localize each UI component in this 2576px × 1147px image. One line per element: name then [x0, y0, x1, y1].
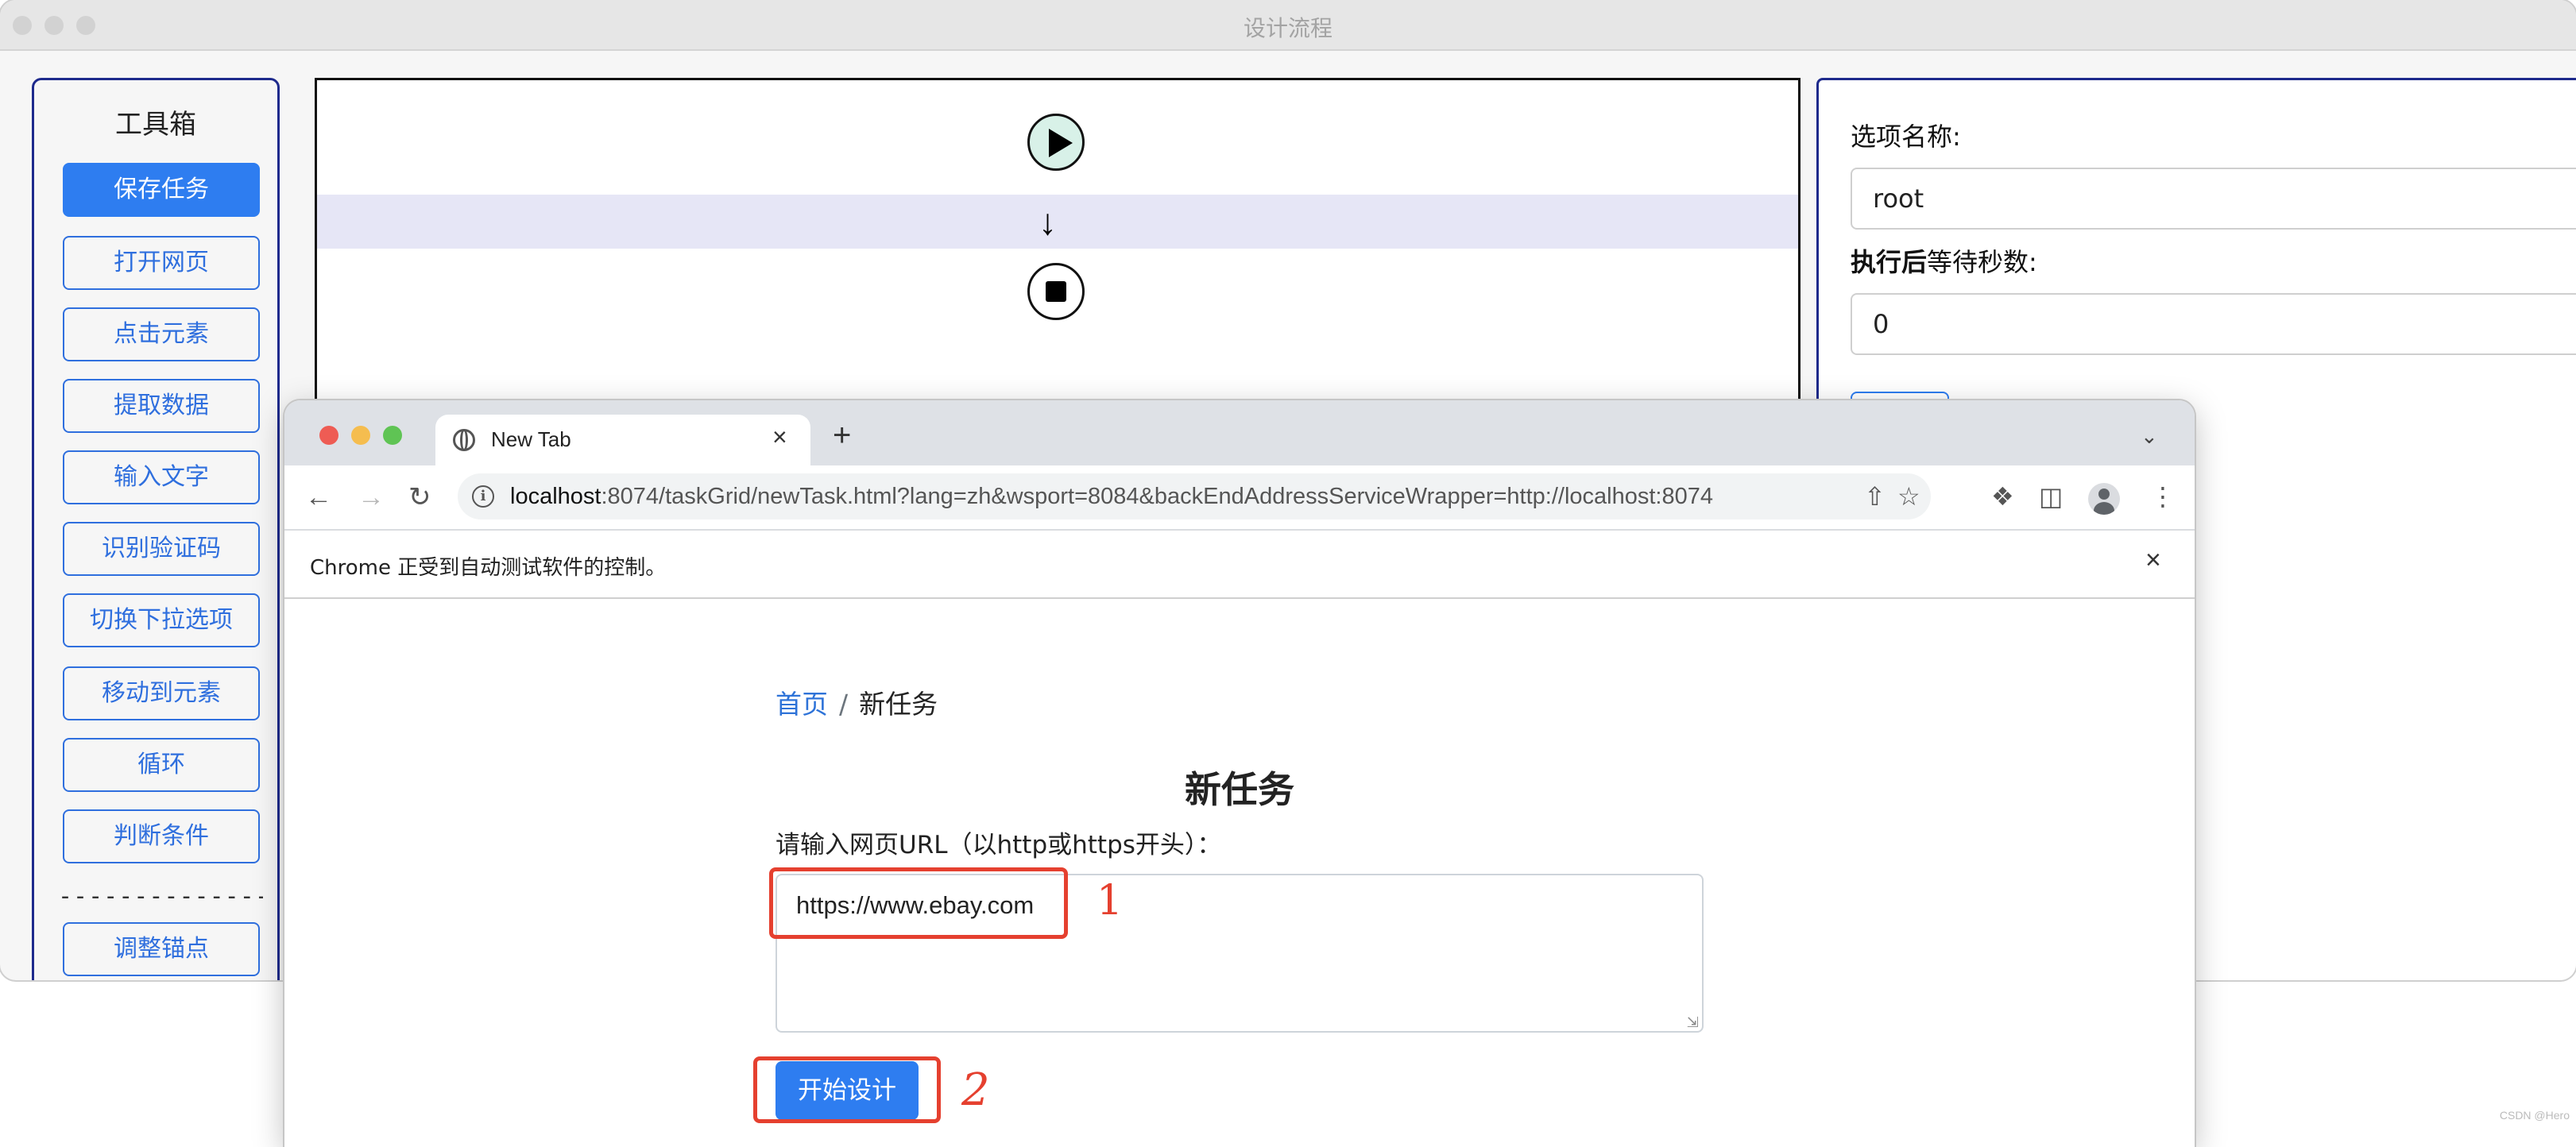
breadcrumb-current: 新任务 [859, 689, 938, 720]
back-arrow-icon[interactable]: ← [305, 480, 332, 515]
toolbox-title: 工具箱 [115, 109, 196, 141]
option-name-input[interactable]: root [1851, 168, 2576, 230]
flow-end-icon[interactable] [1027, 263, 1085, 320]
breadcrumb: 首页 / 新任务 [776, 683, 938, 721]
new-tab-button[interactable]: + [833, 418, 851, 453]
wait-seconds-label-bold: 执行后 [1851, 247, 1928, 277]
bookmark-star-icon[interactable]: ☆ [1897, 481, 1920, 512]
site-info-icon[interactable]: i [472, 485, 494, 508]
url-path: :8074/taskGrid/newTask.html?lang=zh&wspo… [601, 484, 1713, 509]
annotation-box-1 [769, 867, 1068, 939]
resize-grip-icon[interactable]: ⇲ [1687, 1015, 1699, 1029]
annotation-box-2 [753, 1056, 941, 1123]
wait-seconds-input[interactable]: 0 [1851, 293, 2576, 355]
extract-data-button[interactable]: 提取数据 [63, 379, 260, 433]
forward-arrow-icon[interactable]: → [358, 480, 385, 515]
annotation-number-2: 2 [961, 1064, 990, 1116]
chrome-browser-window: New Tab × + ⌄ ← → ↻ i localhost:8074/tas… [284, 400, 2195, 1147]
share-icon[interactable]: ⇧ [1864, 481, 1886, 512]
toolbox-panel: 工具箱 保存任务 打开网页 点击元素 提取数据 输入文字 识别验证码 切换下拉选… [32, 78, 280, 980]
tab-new-task[interactable]: New Tab × [435, 415, 810, 465]
wait-seconds-label-rest: 等待秒数: [1927, 247, 2037, 277]
flow-selected-row[interactable] [317, 195, 1798, 249]
captcha-button[interactable]: 识别验证码 [63, 522, 260, 576]
toolbox-divider: ----------------- [58, 882, 263, 910]
page-title: 新任务 [1185, 768, 1294, 811]
profile-avatar-icon[interactable] [2088, 483, 2120, 515]
side-panel-icon[interactable]: ◫ [2039, 481, 2063, 512]
watermark: CSDN @Hero [2499, 1109, 2570, 1122]
globe-icon [453, 429, 475, 451]
open-page-button[interactable]: 打开网页 [63, 236, 260, 290]
breadcrumb-separator: / [839, 689, 849, 720]
switch-dropdown-button[interactable]: 切换下拉选项 [63, 593, 260, 647]
option-name-label: 选项名称: [1851, 122, 1961, 152]
more-menu-icon[interactable]: ⋮ [2150, 481, 2176, 512]
annotation-number-1: 1 [1097, 877, 1124, 925]
url-input-label: 请输入网页URL（以http或https开头）： [776, 831, 1222, 859]
address-toolbar: ← → ↻ i localhost:8074/taskGrid/newTask.… [284, 465, 2195, 529]
extensions-puzzle-icon[interactable]: ❖ [1991, 481, 2014, 512]
condition-button[interactable]: 判断条件 [63, 809, 260, 863]
infobar-close-icon[interactable]: × [2145, 545, 2161, 576]
save-task-button[interactable]: 保存任务 [63, 163, 260, 217]
wait-seconds-label: 执行后等待秒数: [1851, 242, 2037, 279]
click-element-button[interactable]: 点击元素 [63, 307, 260, 361]
url-text[interactable]: localhost:8074/taskGrid/newTask.html?lan… [510, 484, 1713, 510]
tab-strip: New Tab × + ⌄ [284, 400, 2195, 465]
close-browser-icon[interactable] [319, 426, 338, 445]
reload-icon[interactable]: ↻ [408, 480, 431, 515]
move-to-element-button[interactable]: 移动到元素 [63, 666, 260, 720]
tab-search-chevron-icon[interactable]: ⌄ [2141, 424, 2158, 449]
loop-button[interactable]: 循环 [63, 738, 260, 792]
zoom-browser-icon[interactable] [383, 426, 402, 445]
window-titlebar: 设计流程 [0, 0, 2576, 51]
breadcrumb-home-link[interactable]: 首页 [776, 689, 828, 720]
automation-infobar: Chrome 正受到自动测试软件的控制。 × [284, 529, 2195, 599]
flow-down-arrow-icon: ↓ [1039, 201, 1057, 242]
automation-infobar-text: Chrome 正受到自动测试软件的控制。 [310, 556, 667, 580]
tab-title: New Tab [491, 427, 571, 451]
input-text-button[interactable]: 输入文字 [63, 450, 260, 504]
url-host: localhost [510, 484, 601, 509]
window-title: 设计流程 [1243, 15, 1332, 41]
minimize-browser-icon[interactable] [351, 426, 370, 445]
tab-close-icon[interactable]: × [772, 423, 787, 452]
omnibox[interactable]: i localhost:8074/taskGrid/newTask.html?l… [458, 473, 1931, 519]
flow-start-icon[interactable] [1027, 114, 1085, 171]
adjust-anchor-button[interactable]: 调整锚点 [63, 922, 260, 976]
